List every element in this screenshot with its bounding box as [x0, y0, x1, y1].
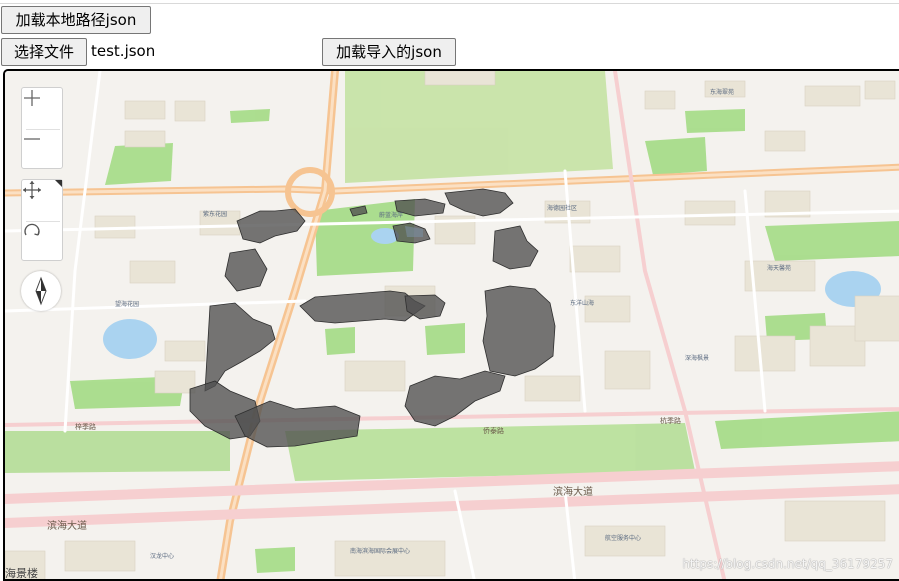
- zoom-out-button[interactable]: [22, 129, 62, 169]
- pan-button[interactable]: [22, 180, 62, 220]
- map-viewport[interactable]: 滨海大道 滨海大道 梓季路 杭季路 侨泰路 紫东花园 蔚蓝海岸 东海翠苑 海德园…: [3, 69, 899, 581]
- label-poi-south-pavilion: 深海枫景: [685, 355, 710, 362]
- map-canvas[interactable]: [5, 71, 899, 581]
- selected-file-name: test.json: [91, 42, 156, 60]
- label-poi-tower-park: 东海翠苑: [710, 89, 735, 96]
- label-poi-bay-west: 望海花园: [115, 301, 140, 308]
- bldg-17: [734, 335, 796, 372]
- label-poi-garden-community: 蔚蓝海岸: [379, 212, 404, 219]
- label-poi-hanlu: 汉龙中心: [150, 553, 175, 560]
- label-poi-east-pavilion: 东洋山海: [570, 300, 595, 307]
- label-poi-navy-center: 航空服务中心: [605, 535, 642, 542]
- label-poi-donglinghua: 紫东花园: [203, 211, 228, 218]
- load-imported-json-button[interactable]: 加载导入的json: [322, 38, 456, 66]
- label-binhai-avenue-left: 滨海大道: [47, 521, 87, 532]
- compass-button[interactable]: [21, 271, 61, 311]
- lake-left: [103, 319, 157, 359]
- map-watermark: https://blog.csdn.net/qq_36179257: [682, 557, 893, 571]
- bldg-4: [424, 71, 496, 86]
- zoom-controls: [21, 87, 63, 169]
- bldg-5: [644, 90, 676, 110]
- bldg-2: [174, 100, 206, 122]
- bldg-24: [164, 340, 206, 362]
- bldg-19: [854, 295, 899, 342]
- bldg-10: [684, 200, 736, 226]
- bldg-1: [124, 100, 166, 120]
- bldg-22: [129, 260, 176, 284]
- choose-file-button[interactable]: 选择文件: [1, 38, 87, 66]
- label-poi-community-center: 海德园社区: [547, 205, 578, 212]
- move-icon: [23, 181, 41, 199]
- label-yangshao-road: 梓季路: [75, 423, 96, 431]
- park-right-1: [645, 137, 707, 175]
- load-local-json-button[interactable]: 加载本地路径json: [1, 6, 151, 34]
- park-left-bottom: [5, 431, 230, 473]
- label-hanging-road: 杭季路: [660, 417, 681, 425]
- bldg-9: [864, 80, 896, 100]
- ext-bldg-right-3: [482, 285, 556, 377]
- label-binhai-avenue-right: 滨海大道: [553, 487, 593, 498]
- bldg-15: [604, 350, 651, 390]
- label-poi-bottom-left: 海景楼: [5, 567, 38, 580]
- minus-icon: [24, 138, 40, 140]
- bldg-29: [784, 500, 886, 542]
- navigation-controls: [21, 179, 63, 261]
- bldg-26: [344, 360, 406, 392]
- bldg-25: [154, 370, 196, 394]
- park-top-center: [345, 71, 613, 183]
- top-border-line: [0, 3, 899, 4]
- park-center-small-2: [325, 327, 355, 355]
- park-small-1: [230, 109, 270, 123]
- label-poi-center-bottom: 南海滨海国际会展中心: [350, 548, 411, 555]
- park-top-left: [105, 143, 173, 185]
- bldg-8: [804, 85, 861, 107]
- park-right-big: [765, 221, 899, 261]
- zoom-in-button[interactable]: [22, 88, 62, 128]
- label-poi-bay-north: 海天馨苑: [767, 265, 792, 272]
- label-qiaotai-road: 侨泰路: [483, 427, 504, 435]
- bldg-3: [124, 130, 166, 148]
- plus-icon: [24, 90, 40, 106]
- park-right-2: [685, 109, 745, 133]
- rotate-icon: [24, 223, 40, 236]
- park-bottom-small: [255, 547, 295, 573]
- bldg-7: [764, 130, 806, 152]
- park-center-small: [425, 323, 465, 355]
- bldg-33: [64, 540, 136, 572]
- rotate-button[interactable]: [22, 221, 62, 261]
- compass-icon: [35, 276, 47, 306]
- bldg-13: [569, 245, 621, 273]
- bldg-20: [524, 375, 581, 402]
